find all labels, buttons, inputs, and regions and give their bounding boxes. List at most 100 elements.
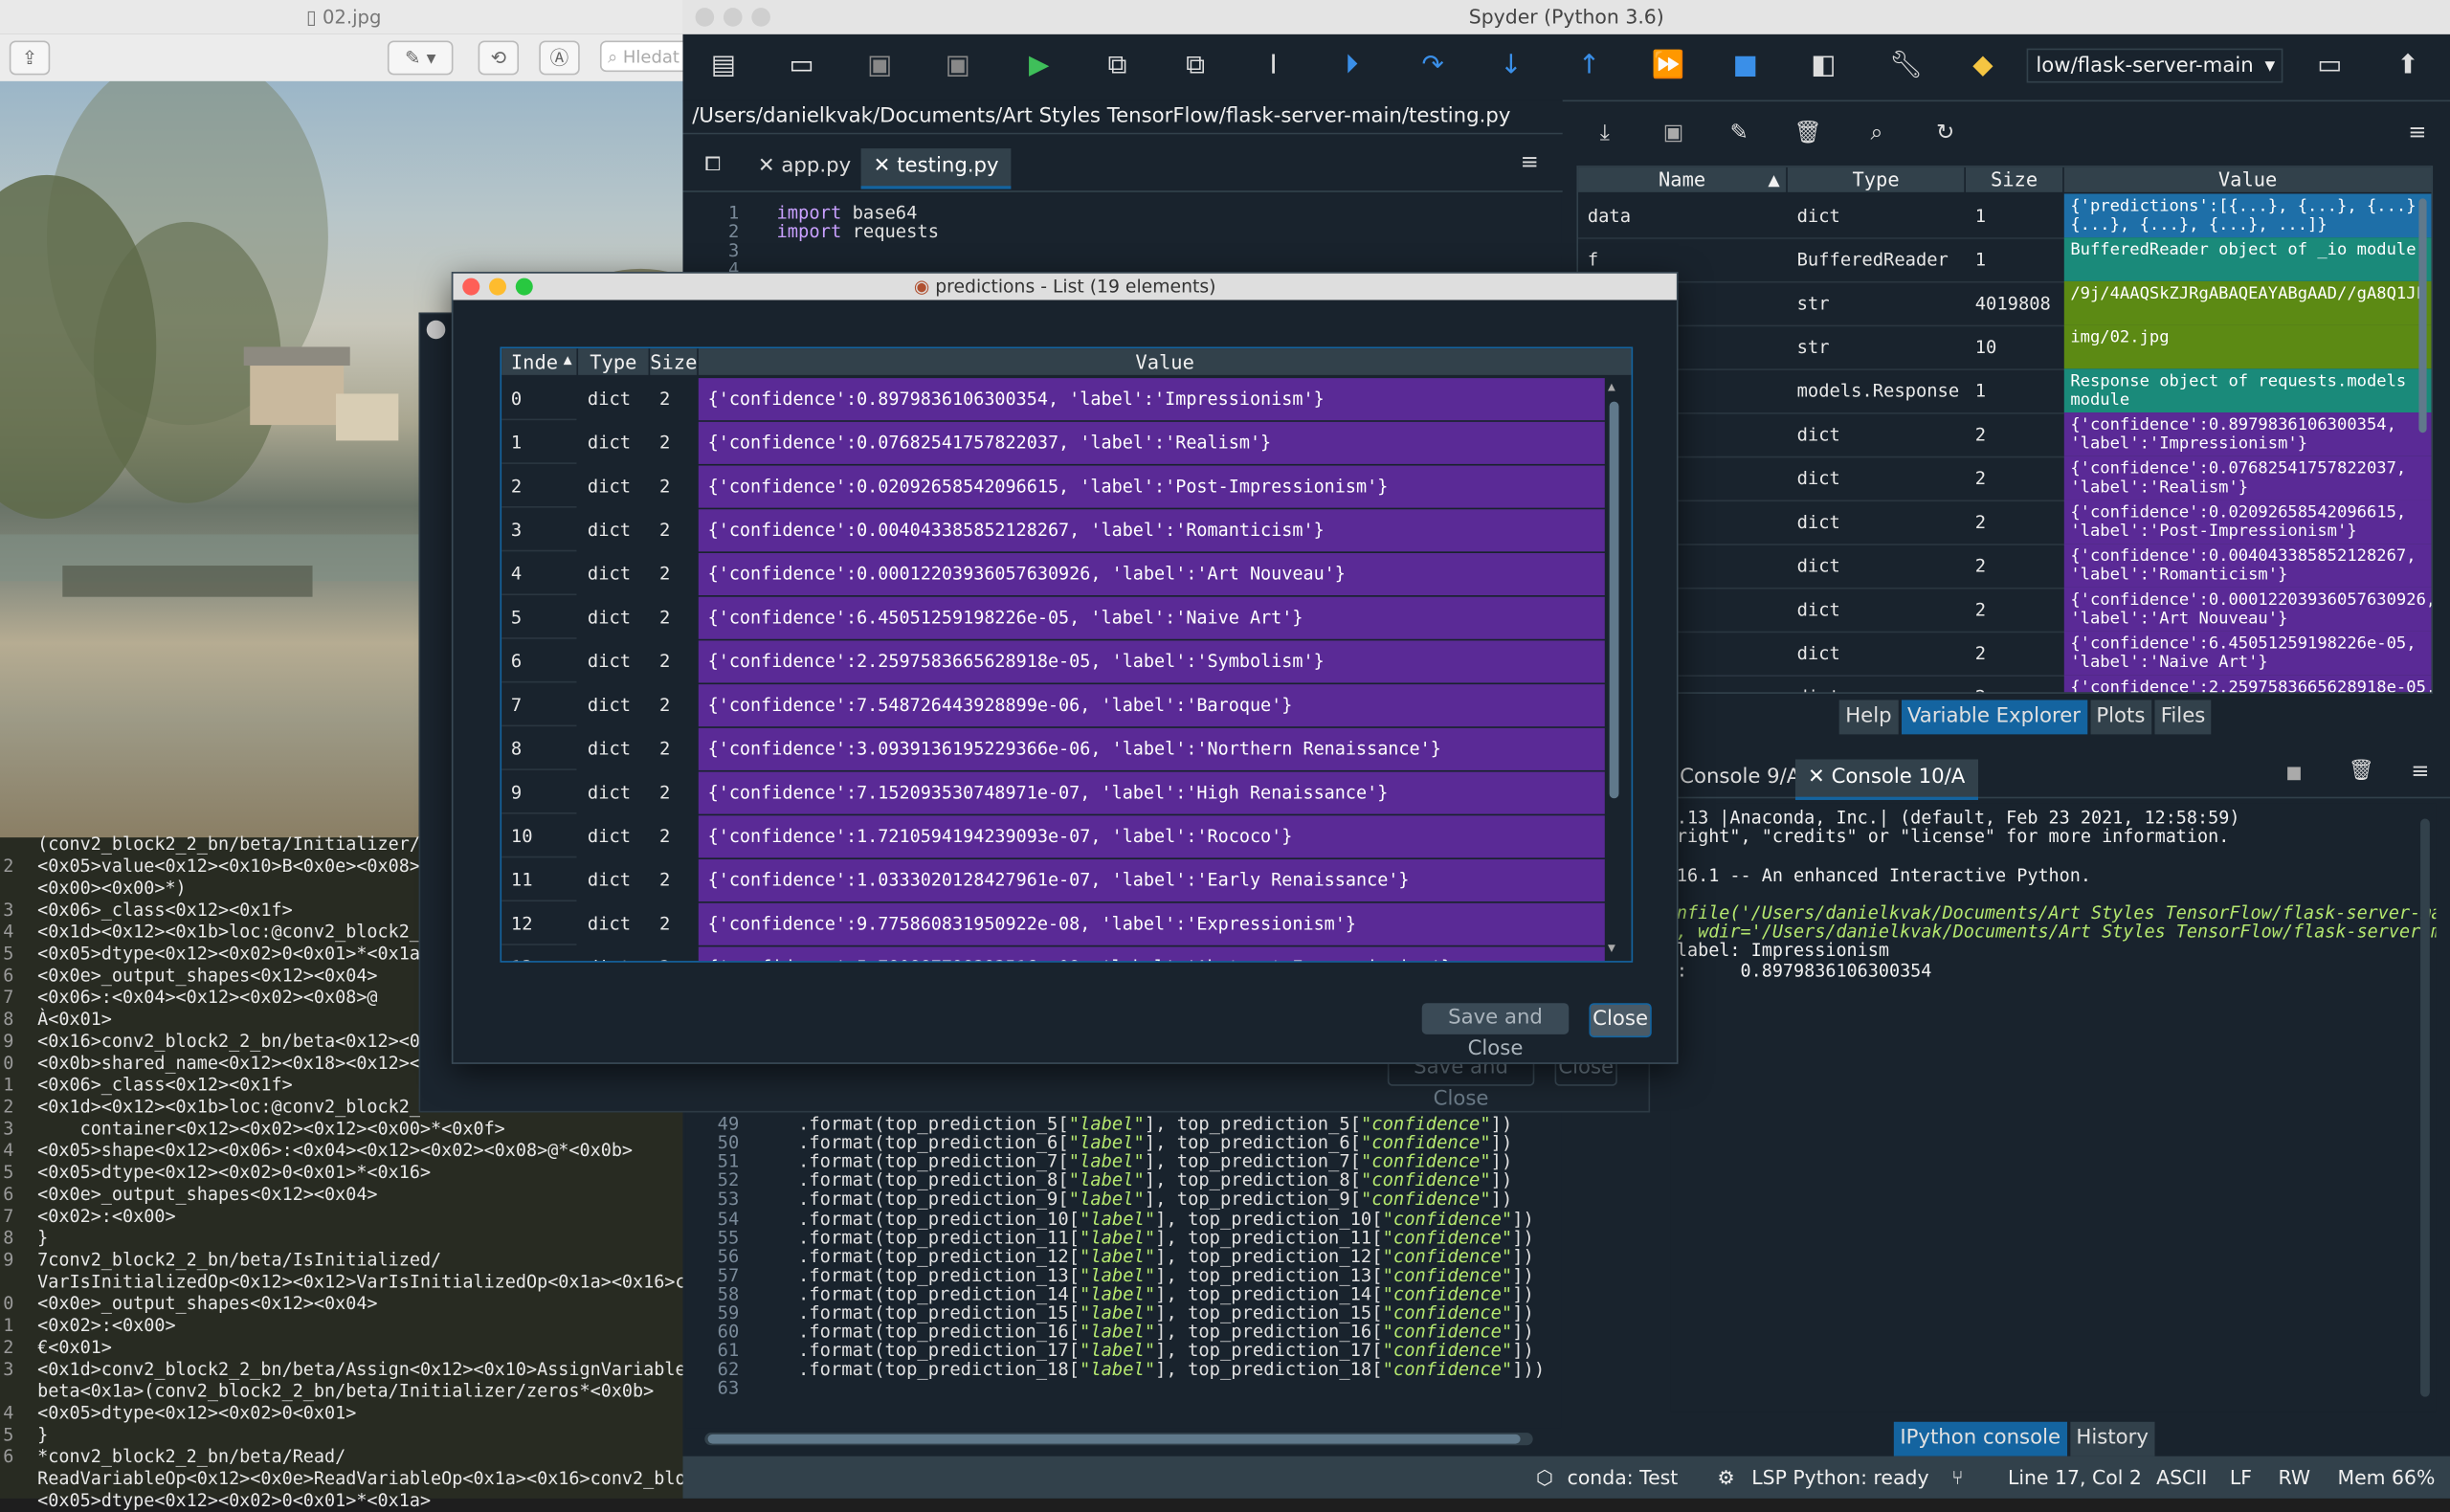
prediction-row[interactable]: 4 dict 2 {'confidence':0.000122039360576309… bbox=[501, 552, 1631, 597]
prediction-row[interactable]: 1 dict 2 {'confidence':0.07682541757822037,… bbox=[501, 421, 1631, 466]
prediction-row[interactable]: 11 dict 2 {'confidence':1.0333020128427961e… bbox=[501, 858, 1631, 903]
column-header-name[interactable]: Name ▲ bbox=[1578, 167, 1787, 192]
close-icon[interactable]: ✕ bbox=[874, 155, 898, 178]
pane-tab-ipython-console[interactable]: IPython console bbox=[1893, 1421, 2067, 1456]
preferences-wrench-icon[interactable]: 🔧︎ bbox=[1889, 50, 1923, 81]
scroll-up-icon[interactable]: ▲ bbox=[1608, 380, 1615, 394]
editor-horizontal-scrollbar[interactable] bbox=[704, 1433, 1533, 1446]
tab-testing-py[interactable]: ✕ testing.py bbox=[860, 148, 1012, 189]
open-folder-icon[interactable]: ▭ bbox=[786, 50, 817, 81]
remove-all-icon[interactable]: 🗑︎ bbox=[1793, 117, 1824, 148]
remove-icon[interactable]: 🗑︎ bbox=[2349, 759, 2374, 782]
window-close-button[interactable] bbox=[695, 8, 715, 27]
tab-console-10a[interactable]: ✕ Console 10/A bbox=[1794, 759, 1978, 800]
share-icon[interactable]: ⇪ bbox=[9, 40, 51, 76]
rotate-icon[interactable]: ⟲ bbox=[478, 40, 520, 76]
variable-row[interactable]: iction_0dict2{'confidence':0.89798361063… bbox=[1578, 412, 2432, 458]
prediction-row[interactable]: 5 dict 2 {'confidence':6.45051259198226e-05… bbox=[501, 596, 1631, 641]
column-header-value[interactable]: Value bbox=[698, 348, 1632, 375]
variable-row[interactable]: pathstr10img/02.jpg bbox=[1578, 324, 2432, 370]
prediction-row[interactable]: 2 dict 2 {'confidence':0.02092658542096615,… bbox=[501, 465, 1631, 510]
prediction-row[interactable]: 0 dict 2 {'confidence':0.8979836106300354, … bbox=[501, 378, 1631, 422]
close-button[interactable]: Close bbox=[1589, 1003, 1652, 1038]
window-minimize-button[interactable] bbox=[723, 8, 743, 27]
table-vertical-scrollbar[interactable]: ▲ ▼ bbox=[1606, 380, 1621, 955]
options-menu-icon[interactable]: ≡ bbox=[2411, 759, 2429, 784]
window-close-button[interactable] bbox=[462, 278, 480, 296]
window-zoom-button[interactable] bbox=[751, 8, 770, 27]
pane-tab-files[interactable]: Files bbox=[2154, 700, 2212, 735]
tab-console-9a[interactable]: Console 9/A bbox=[1667, 759, 1813, 796]
window-close-button[interactable] bbox=[426, 320, 446, 340]
save-data-icon[interactable]: ▣ bbox=[1658, 117, 1689, 148]
run-icon[interactable]: ▶ bbox=[1023, 50, 1055, 81]
variable-row[interactable]: f BufferedReader 1 BufferedReader object of… bbox=[1578, 237, 2432, 283]
prediction-row[interactable]: 9 dict 2 {'confidence':7.152093530748971e-0… bbox=[501, 771, 1631, 816]
run-cell-icon[interactable]: ⧉ bbox=[1102, 50, 1133, 81]
interrupt-kernel-icon[interactable]: ■ bbox=[2286, 763, 2303, 783]
scrollbar-thumb[interactable] bbox=[1609, 401, 1619, 799]
variable-row[interactable]: iction_6dict2{'confidence':2.25975836656… bbox=[1578, 675, 2432, 693]
scroll-down-icon[interactable]: ▼ bbox=[1608, 941, 1615, 955]
console-scrollbar[interactable] bbox=[2420, 818, 2430, 1397]
prediction-row[interactable]: 12 dict 2 {'confidence':9.775860831950922e-… bbox=[501, 902, 1631, 947]
window-zoom-button[interactable] bbox=[515, 278, 533, 296]
file-switcher-icon[interactable]: ⧠ bbox=[704, 153, 721, 176]
working-directory-combo[interactable]: low/flask-server-main ▾ bbox=[2026, 48, 2283, 83]
step-return-icon[interactable]: ↑ bbox=[1573, 50, 1605, 81]
prediction-row[interactable]: 8 dict 2 {'confidence':3.0939136195229366e-… bbox=[501, 727, 1631, 772]
prediction-row[interactable]: 7 dict 2 {'confidence':7.548726443928899e-0… bbox=[501, 684, 1631, 728]
variable-row[interactable]: iction_3dict2{'confidence':0.00404338585… bbox=[1578, 544, 2432, 589]
column-header-size[interactable]: Size bbox=[650, 348, 697, 375]
save-and-close-button[interactable]: Save and Close bbox=[1421, 1003, 1570, 1061]
column-header-index[interactable]: Inde ▲ bbox=[501, 348, 577, 375]
variable-row[interactable]: iction_4dict2{'confidence':0.00012203936… bbox=[1578, 587, 2432, 634]
maximize-pane-icon[interactable]: ◧ bbox=[1808, 50, 1839, 81]
debug-icon[interactable]: ⏵ bbox=[1336, 50, 1368, 81]
pane-tab-variable-explorer[interactable]: Variable Explorer bbox=[1901, 700, 2087, 735]
prediction-row[interactable]: 6 dict 2 {'confidence':2.2597583665628918e-… bbox=[501, 640, 1631, 684]
pane-tab-plots[interactable]: Plots bbox=[2089, 700, 2151, 735]
scrollbar-thumb[interactable] bbox=[707, 1434, 1521, 1444]
import-data-icon[interactable]: ⤓ bbox=[1589, 117, 1620, 148]
preview-search-input[interactable]: ⌕ Hledat bbox=[599, 40, 694, 73]
variable-explorer-scrollbar[interactable] bbox=[2418, 198, 2427, 434]
pane-tab-help[interactable]: Help bbox=[1838, 700, 1899, 735]
search-icon[interactable]: ⌕ bbox=[1861, 117, 1893, 148]
options-menu-icon[interactable]: ≡ bbox=[1521, 150, 1539, 175]
column-header-size[interactable]: Size bbox=[1965, 167, 2063, 192]
step-into-icon[interactable]: ↓ bbox=[1495, 50, 1526, 81]
variable-row[interactable]: ingstr4019808/9j/4AAQSkZJRgABAQEAYABgAAD… bbox=[1578, 280, 2432, 327]
options-menu-icon[interactable]: ≡ bbox=[2401, 117, 2433, 148]
column-header-type[interactable]: Type bbox=[578, 348, 649, 375]
prediction-row[interactable]: 3 dict 2 {'confidence':0.004043385852128267… bbox=[501, 509, 1631, 553]
tab-app-py[interactable]: ✕ app.py bbox=[746, 148, 863, 186]
variable-row[interactable]: iction_5dict2{'confidence':6.45051259198… bbox=[1578, 631, 2432, 677]
save-data-as-icon[interactable]: ✎ bbox=[1724, 117, 1755, 148]
save-icon[interactable]: ▣ bbox=[864, 50, 896, 81]
column-header-type[interactable]: Type bbox=[1787, 167, 1965, 192]
variable-row[interactable]: models.Response 1 Response object of reque… bbox=[1578, 368, 2432, 414]
variable-row[interactable]: iction_2dict2{'confidence':0.02092658542… bbox=[1578, 500, 2432, 545]
new-file-icon[interactable]: ▤ bbox=[708, 50, 740, 81]
refresh-icon[interactable]: ↻ bbox=[1929, 117, 1961, 148]
annotate-icon[interactable]: Ⓐ bbox=[539, 40, 580, 76]
python-path-icon[interactable]: ◆ bbox=[1968, 50, 1999, 81]
ipython-console-output[interactable]: .13 |Anaconda, Inc.| (default, Feb 23 20… bbox=[1670, 803, 2437, 1412]
parent-directory-icon[interactable]: ⬆ bbox=[2393, 50, 2424, 81]
variable-row[interactable]: data dict 1 {'predictions':[{...}, {...}, {… bbox=[1578, 193, 2432, 239]
run-selection-icon[interactable]: I bbox=[1258, 50, 1289, 81]
window-minimize-button[interactable] bbox=[489, 278, 506, 296]
prediction-row[interactable]: 13dict2{'confidence':5.780887798292516e-… bbox=[501, 946, 1631, 962]
lsp-status[interactable]: LSP Python: ready bbox=[1751, 1456, 1928, 1499]
conda-env[interactable]: conda: Test bbox=[1568, 1456, 1679, 1499]
continue-icon[interactable]: ⏩ bbox=[1652, 50, 1685, 81]
variable-row[interactable]: iction_1dict2{'confidence':0.07682541757… bbox=[1578, 456, 2432, 502]
save-all-icon[interactable]: ▣ bbox=[943, 50, 974, 81]
close-icon[interactable]: ✕ bbox=[1808, 766, 1832, 789]
run-cell-advance-icon[interactable]: ⧉ bbox=[1180, 50, 1212, 81]
stop-icon[interactable]: ■ bbox=[1729, 50, 1761, 81]
browse-folder-icon[interactable]: ▭ bbox=[2314, 50, 2346, 81]
close-icon[interactable]: ✕ bbox=[758, 155, 782, 178]
column-header-value[interactable]: Value bbox=[2063, 167, 2432, 192]
